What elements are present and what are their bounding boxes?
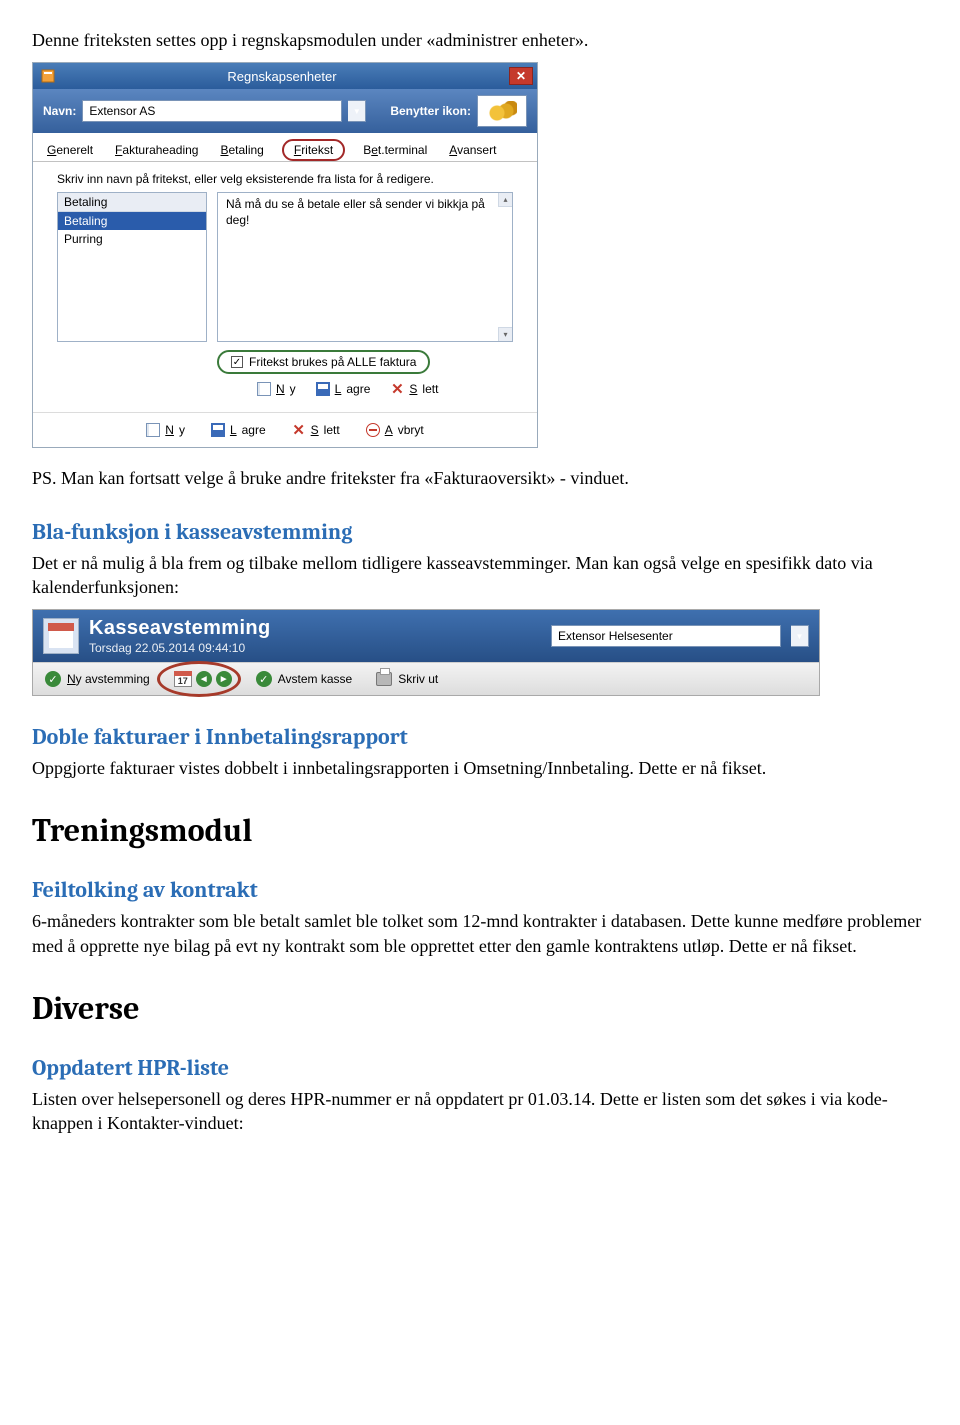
new-icon xyxy=(257,382,271,396)
tab-avansert[interactable]: Avansert xyxy=(445,139,500,161)
name-label: Navn: xyxy=(43,104,76,118)
close-icon[interactable]: ✕ xyxy=(509,67,533,85)
check-icon: ✓ xyxy=(45,671,61,687)
heading-bla: Bla-funksjon i kasseavstemming xyxy=(32,519,928,545)
delete-icon: ✕ xyxy=(390,382,404,396)
scroll-down-icon[interactable]: ▾ xyxy=(498,327,512,341)
ikon-label: Benytter ikon: xyxy=(390,104,471,118)
tab-body: Skriv inn navn på fritekst, eller velg e… xyxy=(33,162,537,406)
textarea-content: Nå må du se å betale eller så sender vi … xyxy=(226,197,485,227)
tab-generelt[interactable]: Generelt xyxy=(43,139,97,161)
list-item[interactable]: Purring xyxy=(58,230,206,248)
skriv-ut-button[interactable]: Skriv ut xyxy=(376,672,438,686)
lagre-button[interactable]: Lagre xyxy=(211,423,266,437)
body-lists: Betaling Betaling Purring Nå må du se å … xyxy=(57,192,513,342)
cancel-icon xyxy=(366,423,380,437)
lagre-button[interactable]: Lagre xyxy=(316,382,371,396)
para-bla: Det er nå mulig å bla frem og tilbake me… xyxy=(32,551,928,600)
inner-button-row: Ny Lagre ✕Slett xyxy=(57,374,513,400)
heading-doble: Doble fakturaer i Innbetalingsrapport xyxy=(32,724,928,750)
kasse-title: Kasseavstemming xyxy=(89,616,271,641)
heading-hpr: Oppdatert HPR-liste xyxy=(32,1055,928,1081)
annotation-oval xyxy=(157,661,241,697)
save-icon xyxy=(316,382,330,396)
tab-fakturaheading[interactable]: Fakturaheading xyxy=(111,139,202,161)
fritekst-list[interactable]: Betaling Betaling Purring xyxy=(57,192,207,342)
fritekst-textarea[interactable]: Nå må du se å betale eller så sender vi … xyxy=(217,192,513,342)
window-titlebar: Regnskapsenheter ✕ xyxy=(33,63,537,89)
heading-treningsmodul: Treningsmodul xyxy=(32,812,928,849)
name-input[interactable]: Extensor AS xyxy=(82,100,342,122)
name-dropdown-icon[interactable]: ▼ xyxy=(348,100,366,122)
tab-betterminal[interactable]: Bet.terminal xyxy=(359,139,431,161)
para-doble: Oppgjorte fakturaer vistes dobbelt i inn… xyxy=(32,756,928,780)
new-icon xyxy=(146,423,160,437)
print-icon xyxy=(376,672,392,686)
window-icon xyxy=(41,69,55,83)
scroll-up-icon[interactable]: ▴ xyxy=(498,193,512,207)
ikon-picker[interactable] xyxy=(477,95,527,127)
window-title: Regnskapsenheter xyxy=(55,69,509,84)
slett-button[interactable]: ✕Slett xyxy=(292,423,340,437)
intro-text: Denne friteksten settes opp i regnskapsm… xyxy=(32,28,928,52)
footer-button-row: Ny Lagre ✕Slett Avbryt xyxy=(33,412,537,447)
heading-diverse: Diverse xyxy=(32,990,928,1027)
kasse-subtitle: Torsdag 22.05.2014 09:44:10 xyxy=(89,641,271,656)
coins-icon xyxy=(487,101,517,121)
delete-icon: ✕ xyxy=(292,423,306,437)
para-feiltolk: 6-måneders kontrakter som ble betalt sam… xyxy=(32,909,928,958)
entity-select[interactable]: Extensor Helsesenter xyxy=(551,625,781,647)
checkbox-icon: ✓ xyxy=(231,356,243,368)
all-invoices-checkbox[interactable]: ✓ Fritekst brukes på ALLE faktura xyxy=(217,350,430,374)
kasse-header: Kasseavstemming Torsdag 22.05.2014 09:44… xyxy=(33,610,819,662)
heading-feiltolk: Feiltolking av kontrakt xyxy=(32,877,928,903)
ny-button[interactable]: Ny xyxy=(146,423,185,437)
kasseavstemming-toolbar: Kasseavstemming Torsdag 22.05.2014 09:44… xyxy=(32,609,820,696)
list-column-header: Betaling xyxy=(58,193,206,212)
avbryt-button[interactable]: Avbryt xyxy=(366,423,424,437)
save-icon xyxy=(211,423,225,437)
entity-select-dropdown-icon[interactable]: ▼ xyxy=(791,625,809,647)
tab-betaling[interactable]: Betaling xyxy=(216,139,267,161)
checkbox-label: Fritekst brukes på ALLE faktura xyxy=(249,355,416,369)
window-toolbar: Navn: Extensor AS ▼ Benytter ikon: xyxy=(33,89,537,133)
slett-button[interactable]: ✕Slett xyxy=(390,382,438,396)
body-hint: Skriv inn navn på fritekst, eller velg e… xyxy=(57,172,513,186)
para-hpr: Listen over helsepersonell og deres HPR-… xyxy=(32,1087,928,1136)
tab-fritekst[interactable]: Fritekst xyxy=(282,139,345,161)
check-icon: ✓ xyxy=(256,671,272,687)
regnskapsenheter-window: Regnskapsenheter ✕ Navn: Extensor AS ▼ B… xyxy=(32,62,538,448)
avstem-kasse-button[interactable]: ✓ Avstem kasse xyxy=(256,671,352,687)
tab-strip: Generelt Fakturaheading Betaling Friteks… xyxy=(33,133,537,162)
ny-button[interactable]: Ny xyxy=(257,382,296,396)
kasse-toolbar-row: ✓ Ny avstemming 17 ◄ ► ✓ Avstem kasse Sk… xyxy=(33,662,819,695)
calendar-header-icon xyxy=(43,618,79,654)
list-item[interactable]: Betaling xyxy=(58,212,206,230)
ny-avstemming-button[interactable]: ✓ Ny avstemming xyxy=(45,671,150,687)
ps-text: PS. Man kan fortsatt velge å bruke andre… xyxy=(32,466,928,490)
